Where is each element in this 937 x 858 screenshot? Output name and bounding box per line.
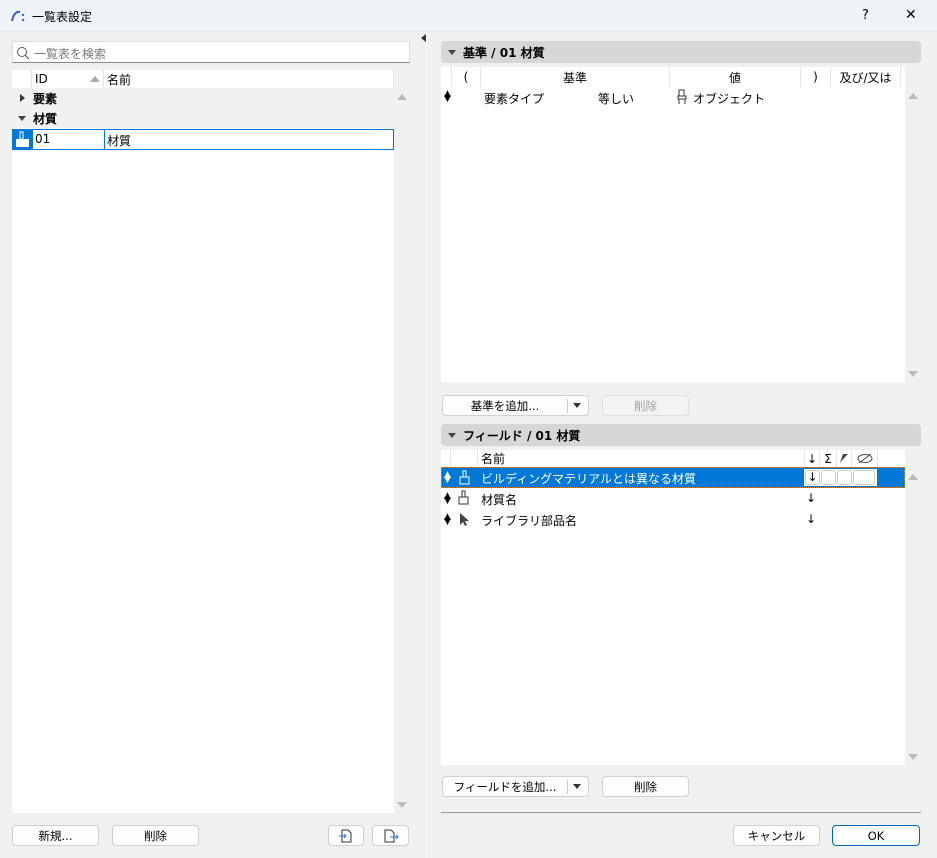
group-row-elements[interactable]: 要素 [12,88,394,108]
scroll-up-icon[interactable] [397,94,407,100]
flag-checkbox[interactable] [837,470,852,485]
scroll-down-icon[interactable] [908,754,918,760]
collapse-icon[interactable] [18,115,26,121]
criteria-section-header[interactable]: 基準 / 01 材質 [441,41,921,63]
add-field-button[interactable]: フィールドを追加... [442,776,589,797]
row-name[interactable]: 材質 [107,132,131,149]
column-name: 名前 [478,450,805,467]
column-criterion: 基準 [481,67,670,87]
search-input[interactable]: 一覧表を検索 [12,41,410,63]
expand-icon[interactable] [20,94,25,102]
criteria-title: 基準 / 01 材質 [463,45,545,60]
sort-toggle[interactable]: ↓ [805,470,820,485]
field-row[interactable]: ▲ ▼ ライブラリ部品名 ↓ [441,509,905,530]
group-label: 材質 [33,111,58,126]
field-options[interactable]: ↓ [804,469,877,486]
flag-icon[interactable] [837,450,852,467]
list-scrollbar[interactable] [394,70,410,813]
delete-field-button[interactable]: 削除 [602,776,689,797]
import-icon [339,829,352,842]
column-sum[interactable]: Σ [820,450,837,467]
table-row-selected[interactable]: 01 材質 [12,129,394,150]
collapse-icon[interactable] [448,49,456,55]
field-row[interactable]: ▲ ▼ 材質名 ↓ [441,488,905,509]
delete-schedule-button[interactable]: 削除 [112,825,199,846]
column-id[interactable]: ID [32,70,104,88]
sort-indicator[interactable]: ↓ [806,491,816,505]
dropdown-arrow-icon[interactable] [573,403,581,408]
column-id-label: ID [35,72,48,86]
add-criterion-button[interactable]: 基準を追加... [442,395,589,416]
criteria-header: ( 基準 値 ) 及び/又は [441,67,901,87]
add-criterion-label: 基準を追加... [470,398,540,413]
criterion: 要素タイプ [484,92,545,106]
sum-checkbox[interactable] [821,470,836,485]
list-header: ID 名前 [12,70,394,88]
fields-section-header[interactable]: フィールド / 01 材質 [441,424,921,446]
group-label: 要素 [33,91,58,106]
splitter[interactable] [426,32,427,858]
sort-indicator[interactable]: ↓ [806,512,816,526]
group-row-materials[interactable]: 材質 [12,108,394,128]
add-field-label: フィールドを追加... [453,779,557,794]
paintbrush-icon [459,470,470,485]
cancel-button[interactable]: キャンセル [733,825,820,846]
export-icon [384,829,399,842]
paintbrush-icon [13,130,33,149]
search-placeholder: 一覧表を検索 [34,47,107,61]
schedule-list[interactable]: ID 名前 要素 材質 01 材質 [12,70,394,813]
field-name: ライブラリ部品名 [481,514,578,528]
hidden-eye-icon[interactable] [852,450,878,467]
window-title: 一覧表設定 [32,10,93,24]
column-open-paren: ( [452,67,481,87]
app-logo-icon [11,10,25,22]
fields-title: フィールド / 01 材質 [463,428,581,443]
criteria-row[interactable]: ▲ ▼ 要素タイプ 等しい オブジェクト [441,87,905,107]
column-name[interactable]: 名前 [104,70,394,88]
field-name: 材質名 [481,493,518,507]
drag-handle-icon[interactable]: ▲ ▼ [444,492,451,506]
object-chair-icon [677,89,687,104]
column-name-label: 名前 [107,72,132,87]
sort-asc-icon [90,76,100,82]
field-row-selected[interactable]: ▲ ▼ ビルディングマテリアルとは異なる材質 ↓ [441,467,905,488]
fields-scrollbar[interactable] [905,450,921,765]
scroll-down-icon[interactable] [397,802,407,808]
row-id: 01 [35,132,51,146]
close-button[interactable]: ✕ [905,7,917,23]
dropdown-arrow-icon[interactable] [573,784,581,789]
criteria-table[interactable]: ( 基準 値 ) 及び/又は ▲ ▼ 要素タイプ 等しい オブジェクト [441,67,905,382]
fields-header: 名前 ↓ Σ [441,450,878,467]
delete-criterion-button[interactable]: 削除 [602,395,689,416]
new-button[interactable]: 新規... [12,825,99,846]
field-name: ビルディングマテリアルとは異なる材質 [481,472,697,486]
column-and-or: 及び/又は [831,67,901,87]
cursor-icon [460,513,469,526]
title-bar: 一覧表設定 ? ✕ [0,0,937,32]
value[interactable]: オブジェクト [693,90,765,107]
drag-handle-icon[interactable]: ▲ ▼ [444,513,451,527]
import-button[interactable] [328,825,364,846]
scroll-up-icon[interactable] [908,93,918,99]
divider [441,812,921,813]
column-sort[interactable]: ↓ [805,450,820,467]
ok-button[interactable]: OK [832,825,920,846]
column-value: 値 [670,67,801,87]
export-button[interactable] [372,825,409,846]
operator[interactable]: 等しい [598,90,634,107]
scroll-up-icon[interactable] [908,474,918,480]
search-icon [17,47,30,60]
criteria-scrollbar[interactable] [905,67,921,382]
scroll-down-icon[interactable] [908,371,918,377]
drag-handle-icon[interactable]: ▲ ▼ [444,471,451,485]
hide-checkbox[interactable] [853,470,875,485]
help-button[interactable]: ? [862,8,869,23]
collapse-icon[interactable] [448,432,456,438]
paintbrush-icon [458,490,469,505]
column-close-paren: ) [801,67,831,87]
fields-table[interactable]: 名前 ↓ Σ ▲ ▼ ビルディングマテリアルとは異なる材質 ↓ ▲ ▼ 材質名 ↓ … [441,450,905,765]
drag-handle-icon[interactable]: ▲ ▼ [444,90,451,104]
